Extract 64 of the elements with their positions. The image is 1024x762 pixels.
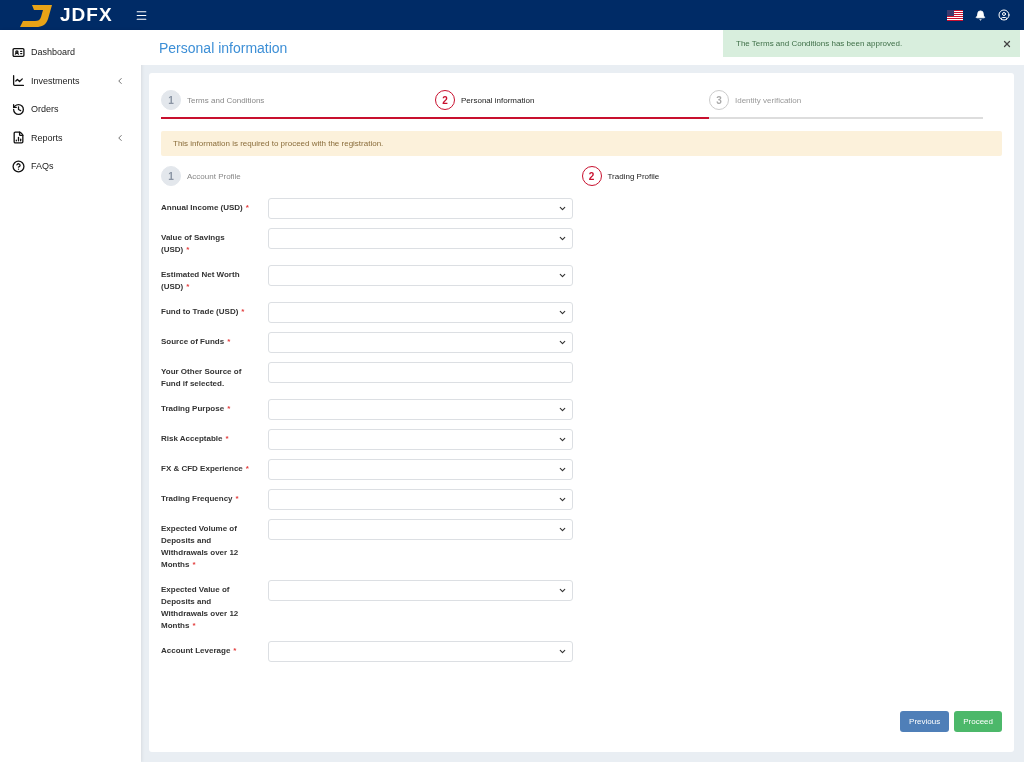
sidebar-item[interactable]: FAQs (0, 152, 141, 181)
chevron-down-icon (558, 435, 567, 444)
field-label: Trading Frequency * (161, 493, 240, 505)
select-field[interactable] (268, 429, 573, 450)
sidebar-item[interactable]: Reports (0, 123, 141, 152)
field-label: Source of Funds * (161, 336, 232, 348)
select-field[interactable] (268, 519, 573, 540)
chevron-down-icon (558, 586, 567, 595)
field-label: Account Leverage * (161, 645, 238, 657)
toast-message: The Terms and Conditions has been approved. (736, 39, 903, 48)
id-card-icon (12, 45, 25, 59)
select-field[interactable] (268, 198, 573, 219)
select-field[interactable] (268, 228, 573, 249)
field-label: Fund to Trade (USD) * (161, 306, 246, 318)
select-field[interactable] (268, 580, 573, 601)
user-icon[interactable] (998, 9, 1010, 21)
select-field[interactable] (268, 489, 573, 510)
field-label: Expected Value of Deposits and Withdrawals over 12 Months * (161, 584, 240, 632)
field-label: Annual Income (USD) * (161, 202, 249, 214)
chevron-down-icon (558, 271, 567, 280)
input-field[interactable] (268, 362, 573, 383)
field-label: Expected Volume of Deposits and Withdrawals over 12 Months * (161, 523, 240, 571)
previous-button[interactable]: Previous (900, 711, 950, 732)
sidebar-item[interactable]: Orders (0, 95, 141, 124)
chevron-down-icon (558, 525, 567, 534)
chevron-left-icon (115, 132, 125, 143)
select-field[interactable] (268, 265, 573, 286)
field-label: Trading Purpose * (161, 403, 232, 415)
select-field[interactable] (268, 459, 573, 480)
select-field[interactable] (268, 641, 573, 662)
wizard-step[interactable]: 2 Personal information (435, 90, 709, 119)
sub-step[interactable]: 2 Trading Profile (581, 166, 1002, 186)
info-notice: This information is required to proceed with the registration. (161, 131, 1002, 156)
field-label: Risk Acceptable * (161, 433, 230, 445)
menu-icon[interactable] (135, 8, 148, 22)
select-field[interactable] (268, 332, 573, 353)
select-field[interactable] (268, 302, 573, 323)
close-icon[interactable] (1002, 38, 1012, 49)
field-label: Value of Savings (USD) * (161, 232, 226, 256)
chevron-down-icon (558, 495, 567, 504)
wizard-step[interactable]: 1 Terms and Conditions (161, 90, 435, 119)
sub-step[interactable]: 1 Account Profile (161, 166, 582, 186)
chevron-down-icon (558, 405, 567, 414)
chevron-down-icon (558, 647, 567, 656)
chevron-down-icon (558, 338, 567, 347)
page-title: Personal information (159, 39, 288, 56)
select-field[interactable] (268, 399, 573, 420)
chevron-down-icon (558, 234, 567, 243)
brand-name: JDFX (60, 4, 113, 26)
chevron-left-icon (115, 75, 125, 86)
sidebar-item[interactable]: Investments (0, 66, 141, 95)
chevron-down-icon (558, 308, 567, 317)
help-icon (12, 159, 25, 173)
report-file-icon (12, 131, 25, 145)
field-label: FX & CFD Experience * (161, 463, 249, 475)
line-chart-icon (12, 74, 25, 88)
chevron-down-icon (558, 465, 567, 474)
history-icon (12, 102, 25, 116)
field-label: Your Other Source of Fund if selected. (161, 366, 243, 390)
field-label: Estimated Net Worth (USD) * (161, 269, 241, 293)
sidebar-item[interactable]: Dashboard (0, 38, 141, 67)
bell-icon[interactable] (975, 9, 986, 21)
us-flag-icon[interactable] (947, 9, 963, 21)
chevron-down-icon (558, 204, 567, 213)
